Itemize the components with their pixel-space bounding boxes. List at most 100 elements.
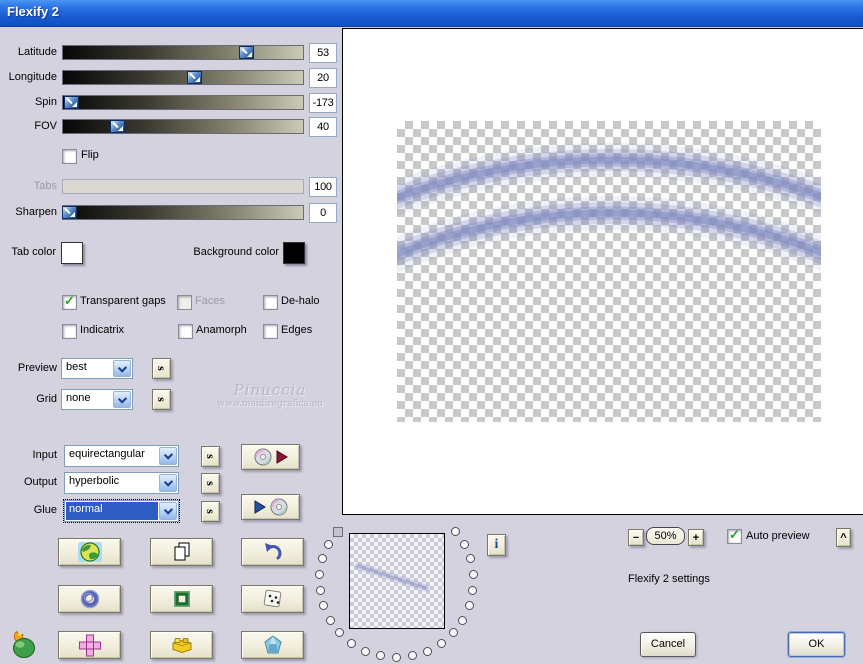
ring-dot bbox=[448, 628, 458, 638]
sharpen-slider-thumb[interactable] bbox=[61, 206, 77, 219]
longitude-slider[interactable] bbox=[62, 70, 304, 85]
grid-label: Grid bbox=[36, 393, 57, 405]
square-frame-icon bbox=[173, 591, 190, 607]
indicatrix-checkbox[interactable] bbox=[62, 324, 77, 339]
glue-style-button[interactable]: s bbox=[201, 501, 220, 522]
crystal-icon bbox=[263, 635, 282, 654]
ring-dot bbox=[392, 653, 401, 662]
flip-label: Flip bbox=[81, 149, 99, 161]
crystal-button[interactable] bbox=[241, 631, 304, 659]
flip-checkbox[interactable] bbox=[62, 149, 77, 164]
flaming-pear-logo bbox=[13, 630, 35, 658]
spin-value-box[interactable]: -173 bbox=[309, 93, 337, 113]
planet-button[interactable] bbox=[58, 538, 121, 566]
undo-button[interactable] bbox=[241, 538, 304, 566]
transparent-gaps-label: Transparent gaps bbox=[80, 295, 166, 307]
settings-status-text: Flexify 2 settings bbox=[628, 573, 710, 585]
chevron-down-icon bbox=[117, 362, 127, 373]
dehalo-checkbox[interactable] bbox=[263, 295, 278, 310]
zoom-level-display[interactable]: 50% bbox=[646, 527, 685, 545]
input-dropdown-button[interactable] bbox=[159, 447, 177, 465]
longitude-slider-thumb[interactable] bbox=[186, 71, 202, 84]
fov-slider-thumb[interactable] bbox=[109, 120, 125, 133]
chevron-down-icon bbox=[163, 450, 173, 460]
fov-value-box[interactable]: 40 bbox=[309, 117, 337, 137]
navigator-thumbnail[interactable] bbox=[349, 533, 445, 629]
preview-style-button[interactable]: s bbox=[152, 358, 171, 379]
output-style-button[interactable]: s bbox=[201, 473, 220, 494]
ok-button-label: OK bbox=[808, 638, 825, 650]
output-dropdown-button[interactable] bbox=[159, 474, 177, 492]
preview-pane[interactable] bbox=[0, 28, 863, 664]
sharpen-value-box[interactable]: 0 bbox=[309, 203, 337, 223]
edges-checkbox[interactable] bbox=[263, 324, 278, 339]
zoom-out-button[interactable]: − bbox=[628, 529, 644, 546]
input-value: equirectangular bbox=[69, 448, 145, 460]
latitude-slider[interactable] bbox=[62, 45, 304, 60]
ring-dot bbox=[464, 601, 474, 611]
tabs-value-box[interactable]: 100 bbox=[309, 177, 337, 197]
collapse-button[interactable]: ^ bbox=[836, 528, 851, 547]
s-glyph: s bbox=[203, 509, 218, 514]
cd-disc-icon bbox=[270, 498, 287, 516]
ring-dot bbox=[459, 539, 469, 549]
fov-label: FOV bbox=[34, 120, 57, 132]
square-frame-button[interactable] bbox=[150, 585, 213, 613]
random-dice-button[interactable] bbox=[241, 585, 304, 613]
sharpen-label: Sharpen bbox=[15, 206, 57, 218]
fov-slider[interactable] bbox=[62, 119, 304, 134]
title-bar[interactable]: Flexify 2 bbox=[0, 0, 863, 27]
torus-icon bbox=[80, 589, 99, 609]
latitude-value-box[interactable]: 53 bbox=[309, 43, 337, 63]
transparent-gaps-checkbox[interactable] bbox=[62, 293, 77, 310]
grid-dropdown-button[interactable] bbox=[113, 391, 131, 408]
fov-slider-row: FOV 40 bbox=[0, 117, 341, 137]
flexify2-dialog: Flexify 2 Latitude 53 Longitude 20 Spin … bbox=[0, 0, 863, 664]
caret-up-icon: ^ bbox=[840, 531, 847, 544]
load-settings-button[interactable] bbox=[241, 444, 300, 470]
plus-icon: + bbox=[692, 531, 700, 544]
glue-dropdown-button[interactable] bbox=[159, 502, 177, 520]
dice-icon bbox=[263, 589, 281, 608]
red-play-arrow-icon bbox=[276, 450, 288, 464]
sharpen-slider[interactable] bbox=[61, 205, 304, 220]
grid-dropdown[interactable]: none bbox=[61, 389, 133, 410]
spin-slider[interactable] bbox=[62, 95, 304, 110]
tabs-label: Tabs bbox=[33, 180, 57, 192]
longitude-slider-row: Longitude 20 bbox=[0, 68, 341, 88]
preview-mode-dropdown-button[interactable] bbox=[113, 360, 131, 377]
spin-slider-thumb[interactable] bbox=[64, 96, 80, 109]
input-dropdown[interactable]: equirectangular bbox=[64, 445, 179, 467]
ring-dot bbox=[422, 646, 432, 656]
longitude-value-box[interactable]: 20 bbox=[309, 68, 337, 88]
ring-dot bbox=[361, 646, 371, 656]
background-color-swatch[interactable] bbox=[283, 242, 305, 264]
copy-pages-icon bbox=[174, 542, 189, 561]
input-style-button[interactable]: s bbox=[201, 446, 220, 467]
lego-button[interactable] bbox=[150, 631, 213, 659]
cube-net-button[interactable] bbox=[58, 631, 121, 659]
spin-label: Spin bbox=[34, 96, 57, 108]
preview-image-transparent-region bbox=[0, 121, 863, 664]
torus-button[interactable] bbox=[58, 585, 121, 613]
preview-mode-label: Preview bbox=[17, 362, 57, 374]
glue-dropdown[interactable]: normal bbox=[63, 499, 180, 523]
faces-checkbox bbox=[177, 295, 192, 310]
ok-button[interactable]: OK bbox=[788, 632, 845, 657]
s-glyph: s bbox=[154, 366, 169, 371]
tab-color-swatch[interactable] bbox=[61, 242, 83, 264]
info-button[interactable]: i bbox=[487, 534, 506, 556]
grid-style-button[interactable]: s bbox=[152, 389, 171, 410]
output-dropdown[interactable]: hyperbolic bbox=[64, 472, 179, 494]
preview-mode-dropdown[interactable]: best bbox=[61, 358, 133, 379]
s-glyph: s bbox=[154, 397, 169, 402]
anamorph-checkbox[interactable] bbox=[178, 324, 193, 339]
zoom-in-button[interactable]: + bbox=[688, 529, 704, 546]
save-settings-button[interactable] bbox=[241, 494, 300, 520]
copy-button[interactable] bbox=[150, 538, 213, 566]
ring-dot bbox=[458, 615, 468, 625]
cancel-button[interactable]: Cancel bbox=[640, 632, 696, 657]
preview-arcs-graphic bbox=[0, 143, 863, 664]
auto-preview-checkbox[interactable] bbox=[727, 527, 742, 544]
latitude-slider-thumb[interactable] bbox=[239, 46, 255, 59]
